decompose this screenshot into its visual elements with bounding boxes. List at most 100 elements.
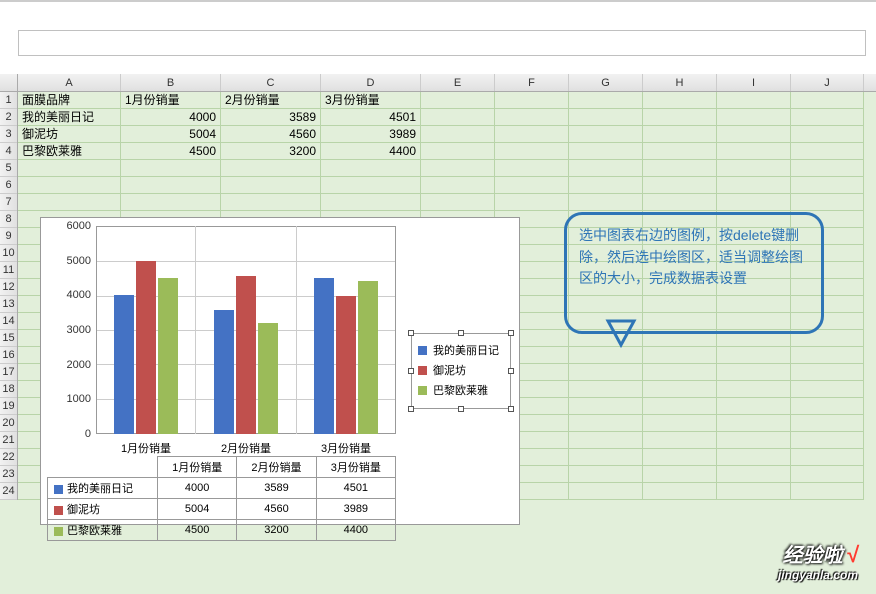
col-header[interactable]: I bbox=[717, 74, 791, 91]
cell[interactable] bbox=[643, 92, 717, 109]
cell[interactable] bbox=[643, 126, 717, 143]
cell[interactable] bbox=[495, 177, 569, 194]
selection-handle[interactable] bbox=[458, 330, 464, 336]
chart-data-table[interactable]: 1月份销量 2月份销量 3月份销量 我的美丽日记 4000 3589 4501 … bbox=[47, 456, 396, 541]
cell[interactable]: 4400 bbox=[321, 143, 421, 160]
row-header[interactable]: 15 bbox=[0, 330, 17, 347]
cell[interactable] bbox=[717, 415, 791, 432]
bar[interactable] bbox=[114, 295, 134, 434]
cell[interactable] bbox=[569, 483, 643, 500]
cell[interactable] bbox=[791, 126, 864, 143]
row-header[interactable]: 21 bbox=[0, 432, 17, 449]
cell[interactable] bbox=[643, 160, 717, 177]
row-header[interactable]: 13 bbox=[0, 296, 17, 313]
chart-object[interactable]: 0100020003000400050006000 1月份销量2月份销量3月份销… bbox=[40, 217, 520, 525]
cell[interactable] bbox=[569, 398, 643, 415]
cell[interactable] bbox=[121, 194, 221, 211]
cell[interactable] bbox=[717, 160, 791, 177]
row-header[interactable]: 12 bbox=[0, 279, 17, 296]
col-header[interactable]: C bbox=[221, 74, 321, 91]
cell[interactable] bbox=[717, 449, 791, 466]
cell[interactable] bbox=[717, 194, 791, 211]
bar[interactable] bbox=[236, 276, 256, 434]
cell[interactable]: 3589 bbox=[221, 109, 321, 126]
row-header[interactable]: 5 bbox=[0, 160, 17, 177]
cell[interactable] bbox=[717, 143, 791, 160]
cell[interactable] bbox=[717, 483, 791, 500]
cell[interactable]: 3989 bbox=[321, 126, 421, 143]
col-header[interactable]: H bbox=[643, 74, 717, 91]
row-header[interactable]: 22 bbox=[0, 449, 17, 466]
col-header[interactable]: F bbox=[495, 74, 569, 91]
cell[interactable] bbox=[569, 92, 643, 109]
legend-item[interactable]: 御泥坊 bbox=[418, 360, 504, 380]
row-header[interactable]: 6 bbox=[0, 177, 17, 194]
cell[interactable] bbox=[121, 160, 221, 177]
cell[interactable]: 4501 bbox=[321, 109, 421, 126]
cell[interactable]: 4000 bbox=[121, 109, 221, 126]
cell[interactable] bbox=[643, 432, 717, 449]
cell[interactable]: 5004 bbox=[121, 126, 221, 143]
cell[interactable] bbox=[321, 194, 421, 211]
cell[interactable] bbox=[569, 466, 643, 483]
col-header[interactable]: J bbox=[791, 74, 864, 91]
cell[interactable] bbox=[717, 177, 791, 194]
cell[interactable] bbox=[791, 415, 864, 432]
row-header[interactable]: 23 bbox=[0, 466, 17, 483]
bar[interactable] bbox=[314, 278, 334, 434]
cell[interactable] bbox=[643, 483, 717, 500]
cell[interactable]: 面膜品牌 bbox=[18, 92, 121, 109]
cell[interactable] bbox=[495, 194, 569, 211]
col-header[interactable]: E bbox=[421, 74, 495, 91]
cell[interactable] bbox=[569, 143, 643, 160]
col-header[interactable]: A bbox=[18, 74, 121, 91]
cell[interactable] bbox=[643, 194, 717, 211]
cell[interactable] bbox=[717, 92, 791, 109]
col-header[interactable]: B bbox=[121, 74, 221, 91]
cell[interactable]: 3200 bbox=[221, 143, 321, 160]
cell[interactable]: 3月份销量 bbox=[321, 92, 421, 109]
row-header[interactable]: 18 bbox=[0, 381, 17, 398]
selection-handle[interactable] bbox=[508, 368, 514, 374]
cell[interactable] bbox=[321, 177, 421, 194]
cell[interactable] bbox=[717, 126, 791, 143]
cell[interactable] bbox=[791, 449, 864, 466]
cell[interactable] bbox=[221, 160, 321, 177]
cell[interactable] bbox=[569, 194, 643, 211]
bar[interactable] bbox=[358, 281, 378, 434]
cell[interactable] bbox=[221, 194, 321, 211]
legend-item[interactable]: 我的美丽日记 bbox=[418, 340, 504, 360]
row-header[interactable]: 7 bbox=[0, 194, 17, 211]
select-all-corner[interactable] bbox=[0, 74, 18, 92]
row-header[interactable]: 4 bbox=[0, 143, 17, 160]
cell[interactable] bbox=[421, 194, 495, 211]
selection-handle[interactable] bbox=[508, 330, 514, 336]
row-header[interactable]: 9 bbox=[0, 228, 17, 245]
bar[interactable] bbox=[214, 310, 234, 434]
plot-area[interactable] bbox=[96, 226, 396, 434]
cell[interactable] bbox=[791, 398, 864, 415]
cell[interactable] bbox=[569, 432, 643, 449]
col-header[interactable]: D bbox=[321, 74, 421, 91]
cell[interactable] bbox=[18, 177, 121, 194]
cell[interactable]: 我的美丽日记 bbox=[18, 109, 121, 126]
row-header[interactable]: 24 bbox=[0, 483, 17, 500]
row-header[interactable]: 16 bbox=[0, 347, 17, 364]
col-header[interactable]: G bbox=[569, 74, 643, 91]
selection-handle[interactable] bbox=[408, 368, 414, 374]
cell[interactable] bbox=[643, 466, 717, 483]
cell[interactable] bbox=[791, 194, 864, 211]
cell[interactable] bbox=[791, 466, 864, 483]
cell[interactable] bbox=[643, 398, 717, 415]
cell[interactable] bbox=[18, 160, 121, 177]
cell[interactable] bbox=[569, 449, 643, 466]
row-header[interactable]: 10 bbox=[0, 245, 17, 262]
cell[interactable]: 2月份销量 bbox=[221, 92, 321, 109]
cell[interactable] bbox=[421, 160, 495, 177]
cell[interactable]: 4500 bbox=[121, 143, 221, 160]
cell[interactable] bbox=[421, 92, 495, 109]
cell[interactable] bbox=[717, 432, 791, 449]
row-header[interactable]: 14 bbox=[0, 313, 17, 330]
cell[interactable] bbox=[569, 415, 643, 432]
row-header[interactable]: 20 bbox=[0, 415, 17, 432]
